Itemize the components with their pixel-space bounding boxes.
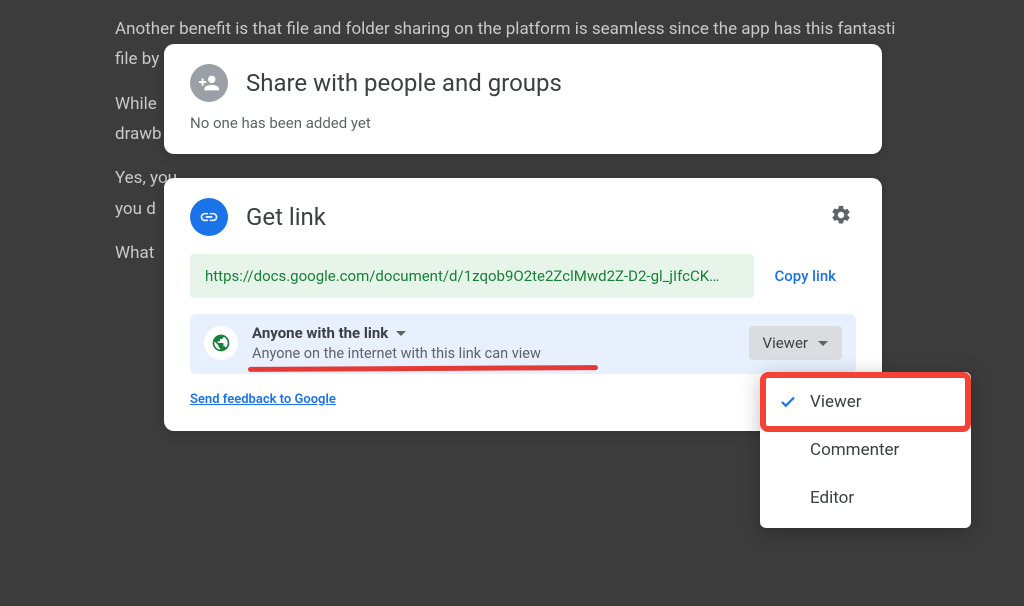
globe-icon [204, 326, 238, 360]
bg-paragraph: Another benefit is that file and folder … [115, 16, 909, 42]
access-scope-description: Anyone on the internet with this link ca… [252, 345, 735, 362]
share-subtitle: No one has been added yet [190, 114, 856, 132]
person-add-icon [190, 64, 228, 102]
share-url[interactable]: https://docs.google.com/document/d/1zqob… [190, 254, 754, 298]
role-option-label: Commenter [810, 440, 899, 460]
annotation-underline [248, 365, 598, 372]
check-icon [778, 393, 798, 411]
gear-icon[interactable] [826, 200, 856, 234]
role-dropdown-menu: Viewer Commenter Editor [760, 372, 971, 528]
access-scope-label: Anyone with the link [252, 324, 388, 342]
access-scope-dropdown[interactable]: Anyone with the link [252, 324, 735, 342]
send-feedback-link[interactable]: Send feedback to Google [190, 392, 336, 407]
link-access-row: Anyone with the link Anyone on the inter… [190, 314, 856, 374]
get-link-title: Get link [246, 203, 808, 231]
role-button-label: Viewer [763, 334, 808, 352]
role-option-viewer[interactable]: Viewer [766, 378, 965, 426]
role-option-label: Viewer [810, 392, 862, 412]
role-option-commenter[interactable]: Commenter [766, 426, 965, 474]
share-title: Share with people and groups [246, 69, 562, 97]
link-icon [190, 198, 228, 236]
caret-down-icon [396, 331, 406, 336]
caret-down-icon [818, 341, 828, 346]
role-dropdown-button[interactable]: Viewer [749, 326, 842, 360]
share-people-card: Share with people and groups No one has … [164, 44, 882, 154]
role-option-editor[interactable]: Editor [766, 474, 965, 522]
role-option-label: Editor [810, 488, 854, 508]
copy-link-button[interactable]: Copy link [754, 254, 856, 298]
